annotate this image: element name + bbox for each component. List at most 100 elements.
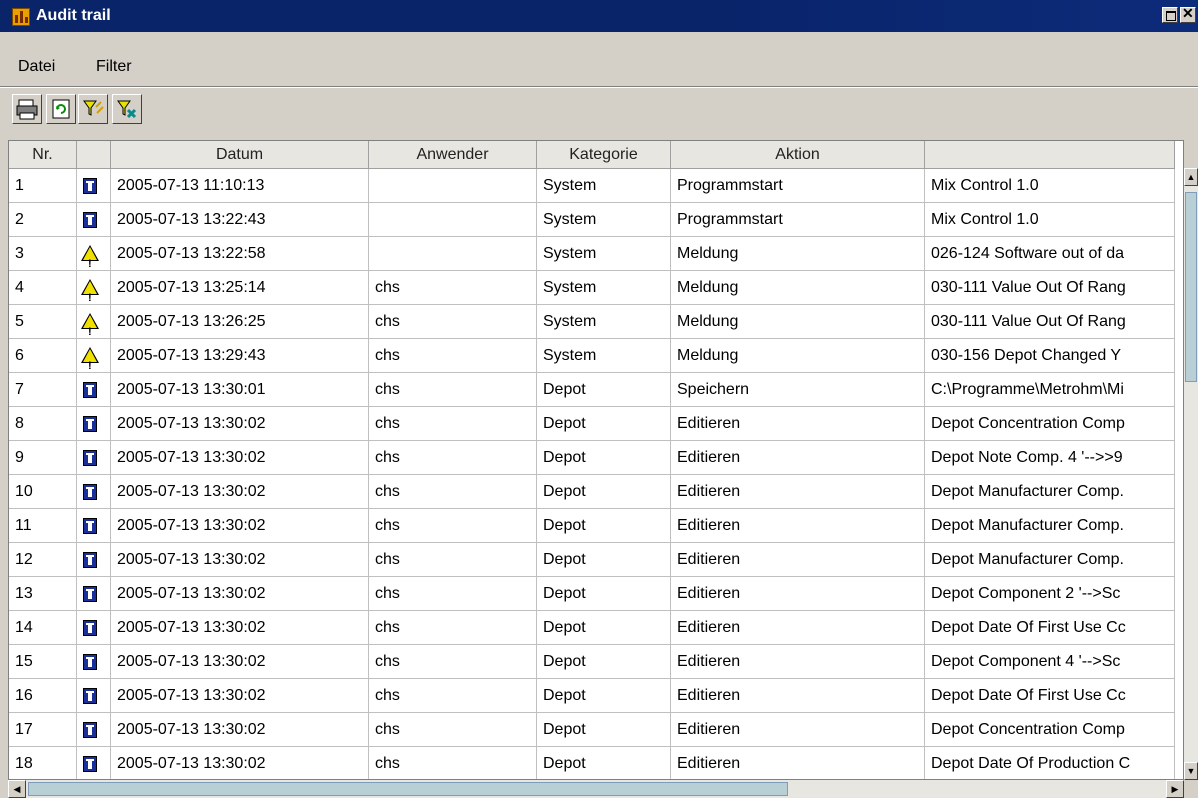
- cell-datum: 2005-07-13 13:22:43: [111, 203, 369, 237]
- cell-detail: Mix Control 1.0: [925, 203, 1175, 237]
- cell-detail: 030-156 Depot Changed Y: [925, 339, 1175, 373]
- warning-icon: [81, 313, 99, 338]
- cell-datum: 2005-07-13 13:26:25: [111, 305, 369, 339]
- column-header-icon[interactable]: [77, 141, 111, 169]
- info-icon: [83, 212, 97, 228]
- cell-detail: Depot Date Of Production C: [925, 747, 1175, 779]
- cell-aktion: Editieren: [671, 543, 925, 577]
- cell-detail: Depot Concentration Comp: [925, 713, 1175, 747]
- info-icon: [83, 416, 97, 432]
- table-row[interactable]: 10 2005-07-13 13:30:02 chs Depot Editieren De…: [9, 475, 1175, 509]
- cell-datum: 2005-07-13 13:30:02: [111, 407, 369, 441]
- minimize-button[interactable]: [1162, 7, 1178, 23]
- close-button[interactable]: [1180, 5, 1196, 23]
- cell-anwender: chs: [369, 339, 537, 373]
- scroll-down-button[interactable]: ▼: [1184, 762, 1198, 780]
- cell-nr: 2: [9, 203, 77, 237]
- cell-kategorie: Depot: [537, 747, 671, 779]
- refresh-button[interactable]: [46, 94, 76, 124]
- cell-detail: Mix Control 1.0: [925, 169, 1175, 203]
- clear-filter-icon: [117, 100, 137, 119]
- info-icon: [83, 688, 97, 704]
- cell-kategorie: Depot: [537, 441, 671, 475]
- filter-icon: [83, 100, 104, 116]
- cell-anwender: [369, 203, 537, 237]
- table-row[interactable]: 7 2005-07-13 13:30:01 chs Depot Speichern C:\…: [9, 373, 1175, 407]
- cell-nr: 15: [9, 645, 77, 679]
- table-row[interactable]: 2 2005-07-13 13:22:43 System Programmstart M…: [9, 203, 1175, 237]
- print-button[interactable]: [12, 94, 42, 124]
- cell-aktion: Editieren: [671, 679, 925, 713]
- cell-anwender: chs: [369, 577, 537, 611]
- table-row[interactable]: 6 2005-07-13 13:29:43chsSystemMeldung030-…: [9, 339, 1175, 373]
- scroll-left-button[interactable]: ◀: [8, 780, 26, 798]
- cell-aktion: Meldung: [671, 305, 925, 339]
- table-row[interactable]: 18 2005-07-13 13:30:02 chs Depot Editieren De…: [9, 747, 1175, 779]
- cell-type: [77, 475, 111, 509]
- cell-detail: Depot Note Comp. 4 '-->>9: [925, 441, 1175, 475]
- scroll-right-button[interactable]: ▶: [1166, 780, 1184, 798]
- cell-nr: 14: [9, 611, 77, 645]
- info-icon: [83, 586, 97, 602]
- scroll-up-button[interactable]: ▲: [1184, 168, 1198, 186]
- cell-type: [77, 679, 111, 713]
- cell-kategorie: Depot: [537, 577, 671, 611]
- cell-kategorie: Depot: [537, 407, 671, 441]
- column-header-anwender[interactable]: Anwender: [369, 141, 537, 169]
- table-row[interactable]: 15 2005-07-13 13:30:02 chs Depot Editieren De…: [9, 645, 1175, 679]
- table-row[interactable]: 12 2005-07-13 13:30:02 chs Depot Editieren De…: [9, 543, 1175, 577]
- cell-type: [77, 611, 111, 645]
- cell-nr: 5: [9, 305, 77, 339]
- table-row[interactable]: 5 2005-07-13 13:26:25chsSystemMeldung030-…: [9, 305, 1175, 339]
- table-row[interactable]: 14 2005-07-13 13:30:02 chs Depot Editieren De…: [9, 611, 1175, 645]
- cell-kategorie: Depot: [537, 713, 671, 747]
- cell-aktion: Editieren: [671, 577, 925, 611]
- table-row[interactable]: 13 2005-07-13 13:30:02 chs Depot Editieren De…: [9, 577, 1175, 611]
- cell-kategorie: System: [537, 169, 671, 203]
- cell-type: [77, 373, 111, 407]
- cell-aktion: Editieren: [671, 441, 925, 475]
- cell-aktion: Editieren: [671, 645, 925, 679]
- clear-filter-button[interactable]: [112, 94, 142, 124]
- column-header-aktion[interactable]: Aktion: [671, 141, 925, 169]
- cell-nr: 13: [9, 577, 77, 611]
- vertical-scrollbar[interactable]: ▲ ▼: [1184, 168, 1198, 780]
- table-row[interactable]: 9 2005-07-13 13:30:02 chs Depot Editieren Dep…: [9, 441, 1175, 475]
- warning-icon: [81, 347, 99, 372]
- horizontal-scroll-thumb[interactable]: [28, 782, 788, 796]
- cell-kategorie: Depot: [537, 373, 671, 407]
- warning-icon: [81, 245, 99, 270]
- cell-type: [77, 271, 111, 305]
- cell-datum: 2005-07-13 13:30:02: [111, 713, 369, 747]
- table-row[interactable]: 17 2005-07-13 13:30:02 chs Depot Editieren De…: [9, 713, 1175, 747]
- table-row[interactable]: 1 2005-07-13 11:10:13 System Programmstart M…: [9, 169, 1175, 203]
- column-header-nr[interactable]: Nr.: [9, 141, 77, 169]
- column-header-datum[interactable]: Datum: [111, 141, 369, 169]
- table-row[interactable]: 8 2005-07-13 13:30:02 chs Depot Editieren Dep…: [9, 407, 1175, 441]
- horizontal-scrollbar[interactable]: ◀ ▶: [8, 780, 1184, 798]
- table-row[interactable]: 4 2005-07-13 13:25:14chsSystemMeldung030-…: [9, 271, 1175, 305]
- cell-type: [77, 237, 111, 271]
- cell-aktion: Editieren: [671, 475, 925, 509]
- cell-datum: 2005-07-13 13:29:43: [111, 339, 369, 373]
- cell-type: [77, 543, 111, 577]
- cell-type: [77, 441, 111, 475]
- menu-filter[interactable]: Filter: [92, 56, 136, 78]
- cell-nr: 9: [9, 441, 77, 475]
- window-title-bar[interactable]: Audit trail: [0, 0, 1198, 32]
- cell-aktion: Editieren: [671, 407, 925, 441]
- info-icon: [83, 178, 97, 194]
- refresh-icon: [52, 99, 70, 119]
- vertical-scroll-thumb[interactable]: [1185, 192, 1197, 382]
- cell-anwender: chs: [369, 543, 537, 577]
- column-header-kategorie[interactable]: Kategorie: [537, 141, 671, 169]
- column-header-detail[interactable]: [925, 141, 1175, 169]
- cell-anwender: [369, 237, 537, 271]
- table-row[interactable]: 16 2005-07-13 13:30:02 chs Depot Editieren De…: [9, 679, 1175, 713]
- menu-datei[interactable]: Datei: [14, 56, 59, 78]
- cell-detail: 030-111 Value Out Of Rang: [925, 305, 1175, 339]
- table-row[interactable]: 3 2005-07-13 13:22:58 SystemMeldung026-124…: [9, 237, 1175, 271]
- filter-button[interactable]: [78, 94, 108, 124]
- table-row[interactable]: 11 2005-07-13 13:30:02 chs Depot Editieren De…: [9, 509, 1175, 543]
- audit-table[interactable]: Nr. Datum Anwender Kategorie Aktion 1 200…: [8, 140, 1184, 780]
